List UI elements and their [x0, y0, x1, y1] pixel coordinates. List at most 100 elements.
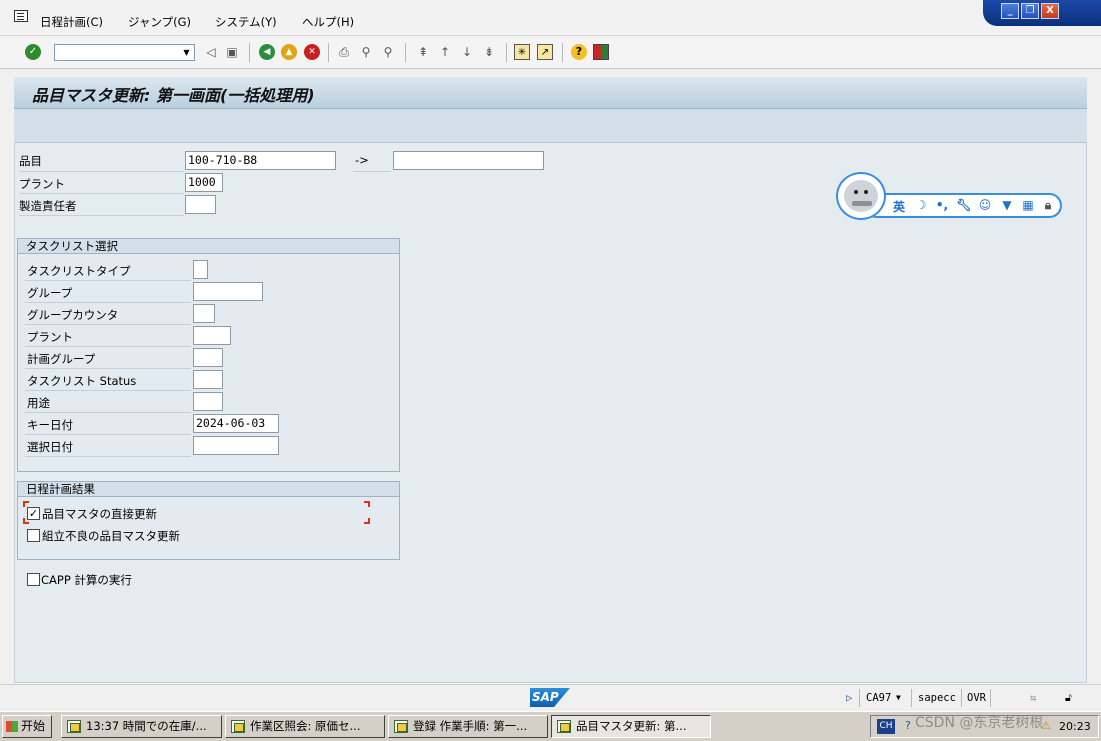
row-divider [25, 456, 191, 457]
prev-page-icon[interactable]: ↑ [437, 44, 453, 60]
task-list-status-input[interactable] [193, 370, 223, 389]
planning-group-input[interactable] [193, 348, 223, 367]
transfer-icon: ⇆ [1030, 692, 1037, 704]
start-button[interactable]: 开始 [2, 715, 52, 738]
toolbar-divider [506, 43, 507, 62]
plant-label: プラント [27, 330, 73, 344]
taskbar-item-label: 13:37 時間での在庫/... [86, 719, 207, 733]
layout-icon[interactable] [593, 44, 609, 60]
status-bar: SAP ▷ CA97 ▼ sapecc OVR ⇆ 🔓︎ [0, 684, 1101, 711]
range-arrow: -> [355, 153, 369, 167]
group-counter-input[interactable] [193, 304, 215, 323]
create-session-icon[interactable]: ✳ [514, 44, 530, 60]
status-expand-icon[interactable]: ▷ [846, 692, 852, 704]
menu-item-help[interactable]: ヘルプ(H) [302, 14, 354, 30]
group-input[interactable] [193, 282, 263, 301]
taskbar-item-label: 作業区照会: 原価セ... [250, 719, 361, 733]
group-label: グループ [27, 286, 73, 300]
material-to-input[interactable] [393, 151, 544, 170]
ime-mode-indicator[interactable]: 英 [891, 198, 907, 215]
usage-input[interactable] [193, 392, 223, 411]
planning-group-label: 計画グループ [27, 352, 96, 366]
system-menu-icon[interactable] [14, 10, 28, 22]
plant-input[interactable]: 1000 [185, 173, 223, 192]
row-divider [25, 390, 191, 391]
key-date-input[interactable]: 2024-06-03 [193, 414, 279, 433]
start-label: 开始 [21, 719, 46, 733]
row-divider [25, 302, 191, 303]
last-page-icon[interactable]: ⇟ [481, 44, 497, 60]
chevron-down-icon[interactable]: ▼ [896, 693, 901, 702]
taskbar-item[interactable]: 作業区照会: 原価セ... [225, 715, 385, 738]
shortcut-icon[interactable]: ↗ [537, 44, 553, 60]
capp-label: CAPP 計算の実行 [41, 573, 132, 587]
save-icon[interactable]: ▣ [224, 44, 240, 60]
row-divider [25, 412, 191, 413]
cancel-icon[interactable]: ✕ [304, 44, 320, 60]
moon-icon[interactable]: ☽ [913, 198, 929, 212]
mrp-controller-label: 製造責任者 [19, 199, 77, 213]
defective-update-checkbox[interactable] [27, 529, 40, 542]
chevron-down-icon[interactable]: ▼ [180, 46, 193, 59]
grid-icon[interactable]: ▦ [1020, 198, 1036, 212]
task-list-type-input[interactable] [193, 260, 208, 279]
taskbar-item-active[interactable]: 品目マスタ更新: 第... [551, 715, 711, 738]
restore-button[interactable]: ❐ [1021, 3, 1039, 19]
row-divider [25, 346, 191, 347]
lock-icon[interactable]: 🔓︎ [1065, 692, 1072, 705]
taskbar-item[interactable]: 13:37 時間での在庫/... [61, 715, 222, 738]
lock-icon[interactable]: 🔒︎ [1040, 198, 1056, 213]
find-next-icon[interactable]: ⚲ [380, 44, 396, 60]
help-tray-icon[interactable]: ? [905, 719, 911, 732]
close-button[interactable]: X [1041, 3, 1059, 19]
next-page-icon[interactable]: ↓ [459, 44, 475, 60]
language-indicator[interactable]: CH [877, 719, 895, 734]
status-divider [961, 689, 962, 707]
exit-icon[interactable]: ▲ [281, 44, 297, 60]
defective-update-label: 組立不良の品目マスタ更新 [42, 529, 180, 543]
plant-input[interactable] [193, 326, 231, 345]
punctuation-icon[interactable]: •, [934, 198, 950, 212]
toolbar-divider [405, 43, 406, 62]
row-divider [19, 171, 184, 172]
mrp-controller-input[interactable] [185, 195, 216, 214]
wrench-icon[interactable]: 🔧︎ [956, 198, 972, 212]
enter-icon[interactable]: ✓ [25, 44, 41, 60]
application-toolbar [14, 109, 1087, 143]
selection-date-input[interactable] [193, 436, 279, 455]
row-divider [25, 280, 191, 281]
menu-item-goto[interactable]: ジャンプ(G) [128, 14, 191, 30]
menu-item-scheduling[interactable]: 日程計画(C) [40, 14, 103, 30]
selection-date-label: 選択日付 [27, 440, 73, 454]
status-divider [859, 689, 860, 707]
back-icon[interactable]: ◀ [259, 44, 275, 60]
material-label: 品目 [19, 154, 42, 168]
sap-logo: SAP [530, 688, 570, 707]
command-field[interactable]: ▼ [54, 44, 195, 61]
menu-item-system[interactable]: システム(Y) [215, 14, 277, 30]
row-divider [353, 171, 391, 172]
direct-update-label: 品目マスタの直接更新 [42, 507, 157, 521]
ime-avatar-icon[interactable] [836, 172, 886, 220]
focus-bracket [364, 518, 370, 524]
minimize-button[interactable]: _ [1001, 3, 1019, 19]
ime-toolbar: 英 ☽ •, 🔧︎ ☺ ▼ ▦ 🔒︎ [836, 172, 1064, 220]
sap-window-icon [67, 720, 81, 733]
direct-update-checkbox[interactable]: ✓ [27, 507, 40, 520]
first-page-icon[interactable]: ⇞ [415, 44, 431, 60]
group-title: タスクリスト選択 [18, 239, 399, 254]
help-icon[interactable]: ? [571, 44, 587, 60]
taskbar-item[interactable]: 登録 作業手順: 第一... [388, 715, 548, 738]
find-icon[interactable]: ⚲ [358, 44, 374, 60]
toolbar-divider [328, 43, 329, 62]
smiley-icon[interactable]: ☺ [977, 198, 993, 212]
capp-checkbox[interactable] [27, 573, 40, 586]
shirt-icon[interactable]: ▼ [999, 198, 1015, 212]
material-from-input[interactable]: 100-710-B8 [185, 151, 336, 170]
print-icon[interactable]: ⎙ [336, 44, 352, 60]
row-divider [25, 324, 191, 325]
collapse-icon[interactable]: ◁ [203, 44, 219, 60]
taskbar-item-label: 品目マスタ更新: 第... [576, 719, 687, 733]
group-counter-label: グループカウンタ [27, 308, 119, 322]
watermark: CSDN @东京老树根 [915, 715, 1044, 731]
